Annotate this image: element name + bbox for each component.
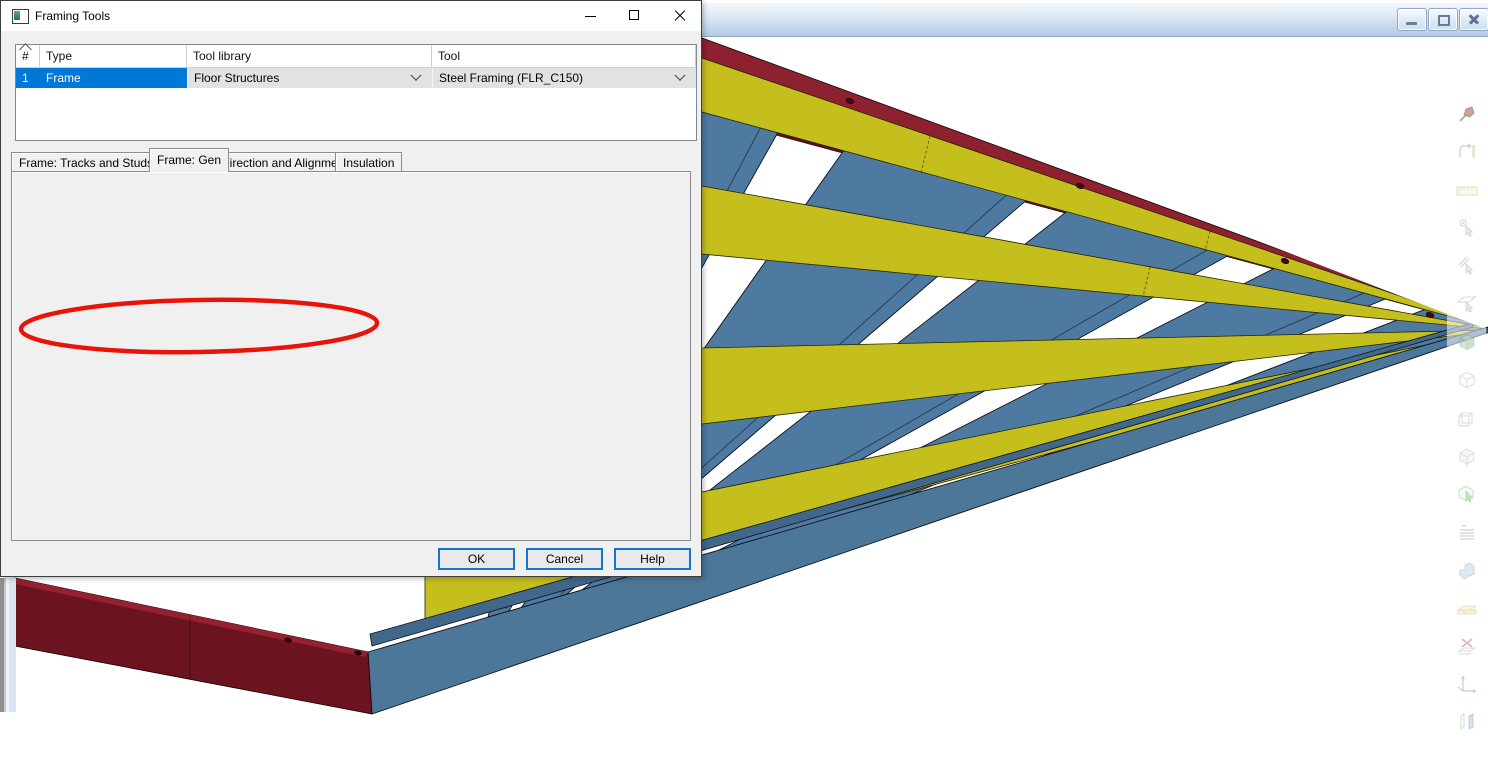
cube-select-icon[interactable] [1455, 475, 1479, 513]
axes-icon[interactable] [1455, 665, 1479, 703]
dialog-title: Framing Tools [35, 9, 110, 23]
tool-value: Steel Framing (FLR_C150) [439, 71, 583, 85]
cube-shaded-icon[interactable] [1455, 437, 1479, 475]
framing-tools-dialog: Framing Tools # Type Tool library Tool 1… [0, 0, 702, 577]
dialog-close-button[interactable] [658, 1, 703, 30]
tool-library-combobox[interactable]: Floor Structures [187, 68, 432, 88]
cube-wire2-icon[interactable] [1455, 399, 1479, 437]
row-type-cell[interactable]: Frame [40, 68, 187, 88]
block-l-icon[interactable] [1455, 551, 1479, 589]
columns-icon[interactable] [1455, 703, 1479, 741]
mdi-minimize-button[interactable] [1397, 8, 1427, 31]
tab-frame-gen[interactable]: Frame: Gen [149, 148, 229, 172]
select-circle-icon[interactable] [1455, 209, 1479, 247]
row-num-cell[interactable]: 1 [16, 68, 40, 88]
chevron-down-icon [410, 70, 421, 81]
select-lines-icon[interactable] [1455, 247, 1479, 285]
rotate-icon[interactable] [1455, 133, 1479, 171]
slab-icon[interactable] [1455, 589, 1479, 627]
cube-wire-icon[interactable] [1455, 361, 1479, 399]
tool-library-value: Floor Structures [194, 71, 279, 85]
mdi-restore-button[interactable] [1428, 8, 1458, 31]
tool-table: # Type Tool library Tool 1 Frame Floor S… [15, 44, 697, 141]
viewport-side-toolbar [1447, 95, 1486, 743]
chevron-down-icon [674, 70, 685, 81]
dialog-minimize-button[interactable] [568, 1, 613, 30]
pin-icon[interactable] [1455, 95, 1479, 133]
tool-combobox[interactable]: Steel Framing (FLR_C150) [432, 68, 696, 88]
tab-page-frame-gen [11, 171, 691, 541]
col-header-tool-library[interactable]: Tool library [187, 45, 432, 67]
col-header-type[interactable]: Type [40, 45, 187, 67]
tab-frame-tracks-and-studs[interactable]: Frame: Tracks and Studs [11, 152, 161, 172]
table-row[interactable]: 1 Frame Floor Structures Steel Framing (… [16, 68, 696, 88]
dialog-maximize-button[interactable] [613, 1, 658, 30]
tab-insulation[interactable]: Insulation [335, 152, 402, 172]
ruler-icon[interactable] [1455, 171, 1479, 209]
delete-box-icon[interactable] [1455, 627, 1479, 665]
mdi-close-button[interactable] [1459, 8, 1488, 31]
list-icon[interactable] [1455, 513, 1479, 551]
viewport-left-border [0, 578, 16, 712]
screen: { "app": { "mdi_controls": [ {"name": "m… [0, 0, 1488, 763]
select-face-icon[interactable] [1455, 285, 1479, 323]
tool-table-header: # Type Tool library Tool [16, 45, 696, 68]
dialog-app-icon [12, 9, 29, 24]
cube-solid-icon[interactable] [1455, 323, 1479, 361]
dialog-title-bar[interactable]: Framing Tools [1, 1, 701, 31]
cancel-button[interactable]: Cancel [526, 548, 603, 570]
col-header-tool[interactable]: Tool [432, 45, 696, 67]
help-button[interactable]: Help [614, 548, 691, 570]
ok-button[interactable]: OK [438, 548, 515, 570]
